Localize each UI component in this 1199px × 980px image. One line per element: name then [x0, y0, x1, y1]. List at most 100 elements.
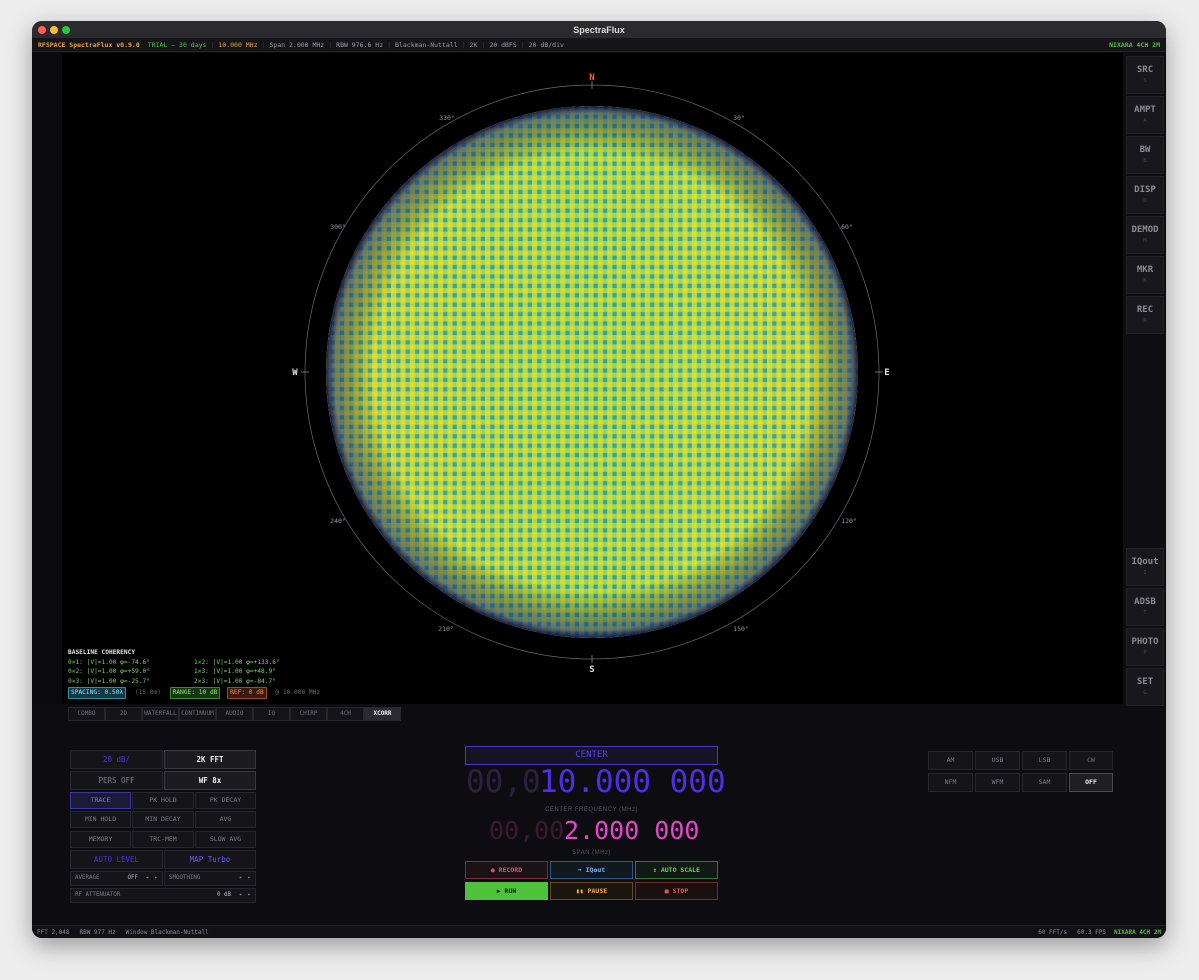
deg-150: 150°: [733, 625, 749, 633]
center-frequency-display[interactable]: 10.000 000: [539, 764, 726, 800]
deg-30: 30°: [733, 114, 745, 122]
bottom-fps: 60.3 FPS: [1077, 928, 1107, 936]
auto-scale-button[interactable]: ↕ AUTO SCALE: [635, 861, 718, 879]
softkey-mkr[interactable]: MKR K: [1126, 256, 1164, 294]
bottom-status-bar: FFT 2,048 RBW 977 Hz Window Blackman-Nut…: [32, 925, 1166, 938]
xcorr-plot[interactable]: N S W E 30° 60° 120° 150° 210° 240° 300°…: [62, 53, 1123, 704]
softkey-photo[interactable]: PHOTO P: [1126, 628, 1164, 666]
tab-iq[interactable]: IQ: [253, 707, 290, 721]
tab-xcorr[interactable]: XCORR: [364, 707, 401, 721]
device-label: NIXARA 4CH 2M: [1109, 40, 1160, 49]
status-scale: 20 dB/div: [528, 40, 564, 49]
smoothing-decrease-icon[interactable]: ◂: [239, 872, 243, 885]
waterfall-speed-button[interactable]: WF 8x: [164, 771, 256, 790]
minimize-window-button[interactable]: [50, 26, 58, 34]
tab-waterfall[interactable]: WATERFALL: [142, 707, 179, 721]
softkey-adsb[interactable]: ADSB T: [1126, 588, 1164, 626]
average-control[interactable]: AVERAGE OFF ◂ ▸: [70, 871, 163, 886]
deg-60: 60°: [841, 223, 853, 231]
trc-mem-button[interactable]: TRC-MEM: [132, 831, 194, 848]
attenuator-increase-icon[interactable]: ▸: [248, 889, 252, 902]
colormap-button[interactable]: MAP Turbo: [164, 850, 256, 869]
record-button[interactable]: ● RECORD: [465, 861, 548, 879]
ref-badge[interactable]: REF: 0 dB: [227, 687, 267, 699]
demod-sam[interactable]: SAM: [1022, 773, 1067, 792]
avg-button[interactable]: AVG: [195, 811, 256, 828]
window-title: SpectraFlux: [573, 24, 625, 35]
tab-combo[interactable]: COMBO: [68, 707, 105, 721]
run-button[interactable]: ▶ RUN: [465, 882, 548, 900]
tab-4ch[interactable]: 4CH: [327, 707, 364, 721]
iqout-button[interactable]: ➔ IQout: [550, 861, 633, 879]
rf-attenuator-label: RF ATTENUATOR: [75, 892, 121, 898]
softkey-disp[interactable]: DISP D: [1126, 176, 1164, 214]
db-div-button[interactable]: 20 dB/: [70, 750, 163, 769]
baseline-coherency-panel: BASELINE COHERENCY 0×1: |V|=1.00 φ=-74.6…: [68, 648, 325, 699]
zoom-window-button[interactable]: [62, 26, 70, 34]
memory-button[interactable]: MEMORY: [70, 831, 131, 848]
bottom-fft: FFT 2,048: [37, 928, 70, 936]
softkey-demod[interactable]: DEMOD M: [1126, 216, 1164, 254]
demod-wfm[interactable]: WFM: [975, 773, 1020, 792]
close-window-button[interactable]: [38, 26, 46, 34]
left-gutter: [32, 53, 62, 704]
demod-nfm[interactable]: NFM: [928, 773, 973, 792]
smoothing-increase-icon[interactable]: ▸: [248, 872, 252, 885]
title-bar: SpectraFlux: [32, 21, 1166, 38]
pk-decay-button[interactable]: PK DECAY: [195, 792, 256, 809]
status-window: Blackman-Nuttall: [395, 40, 458, 49]
softkey-src[interactable]: SRC S: [1126, 56, 1164, 94]
rf-attenuator-value: 0 dB: [217, 892, 231, 898]
pause-button[interactable]: ▮▮ PAUSE: [550, 882, 633, 900]
spacing-badge[interactable]: SPACING: 0.50λ: [68, 687, 127, 699]
demod-cw[interactable]: CW: [1069, 751, 1113, 770]
softkey-bw[interactable]: BW B: [1126, 136, 1164, 174]
tab-chirp[interactable]: CHIRP: [290, 707, 327, 721]
demod-lsb[interactable]: LSB: [1022, 751, 1067, 770]
smoothing-control[interactable]: SMOOTHING ◂ ▸: [164, 871, 256, 886]
deg-210: 210°: [438, 625, 454, 633]
pk-hold-button[interactable]: PK HOLD: [132, 792, 194, 809]
deg-120: 120°: [841, 517, 857, 525]
baseline-row: 0×2: |V|=1.00 φ=+59.0°: [68, 668, 150, 675]
baseline-row: 0×1: |V|=1.00 φ=-74.6°: [68, 658, 150, 666]
status-fft: 2K: [469, 40, 478, 49]
softkey-rec[interactable]: REC R: [1126, 296, 1164, 334]
softkey-ampt[interactable]: AMPT A: [1126, 96, 1164, 134]
deg-330: 330°: [439, 114, 455, 122]
average-increase-icon[interactable]: ▸: [155, 872, 159, 885]
softkey-set[interactable]: SET G: [1126, 668, 1164, 706]
average-decrease-icon[interactable]: ◂: [146, 872, 150, 885]
fft-size-button[interactable]: 2K FFT: [164, 750, 256, 769]
persistence-button[interactable]: PERS OFF: [70, 771, 163, 790]
tab-continuum[interactable]: CONTINUUM: [179, 707, 216, 721]
bottom-rbw: RBW 977 Hz: [79, 928, 116, 936]
demod-off[interactable]: OFF: [1069, 773, 1113, 792]
min-decay-button[interactable]: MIN DECAY: [132, 811, 194, 828]
tab-2d[interactable]: 2D: [105, 707, 142, 721]
slow-avg-button[interactable]: SLOW AVG: [195, 831, 256, 848]
span-display[interactable]: 2.000 000: [564, 816, 699, 845]
demod-usb[interactable]: USB: [975, 751, 1020, 770]
view-tabs: COMBO 2D WATERFALL CONTINUUM AUDIO IQ CH…: [68, 707, 401, 721]
trial-label: TRIAL — 30 days: [147, 40, 207, 49]
softkey-iqout[interactable]: IQout I: [1126, 548, 1164, 586]
trace-button[interactable]: TRACE: [70, 792, 131, 809]
baseline-row: 1×2: |V|=1.00 φ=+133.6°: [194, 658, 280, 666]
bottom-fft-rate: 60 FFT/s: [1038, 928, 1068, 936]
stop-button[interactable]: ■ STOP: [635, 882, 718, 900]
compass-s: S: [589, 665, 594, 675]
range-badge[interactable]: RANGE: 10 dB: [169, 687, 221, 699]
tab-audio[interactable]: AUDIO: [216, 707, 253, 721]
rf-attenuator-control[interactable]: RF ATTENUATOR 0 dB ◂ ▸: [70, 888, 256, 903]
sky-map: N S W E 30° 60° 120° 150° 210° 240° 300°…: [292, 73, 889, 675]
right-softkey-bar: SRC S AMPT A BW B DISP D DEMOD M MKR K REC R IQ…: [1123, 53, 1166, 706]
brand-label: RFSPACE SpectraFlux v0.9.0: [38, 40, 140, 49]
demod-am[interactable]: AM: [928, 751, 973, 770]
min-hold-button[interactable]: MIN HOLD: [70, 811, 131, 828]
center-mode-button[interactable]: CENTER: [465, 746, 718, 765]
auto-level-button[interactable]: AUTO LEVEL: [70, 850, 163, 869]
compass-e: E: [884, 368, 889, 378]
bottom-window: Window Blackman-Nuttall: [125, 928, 209, 936]
attenuator-decrease-icon[interactable]: ◂: [239, 889, 243, 902]
